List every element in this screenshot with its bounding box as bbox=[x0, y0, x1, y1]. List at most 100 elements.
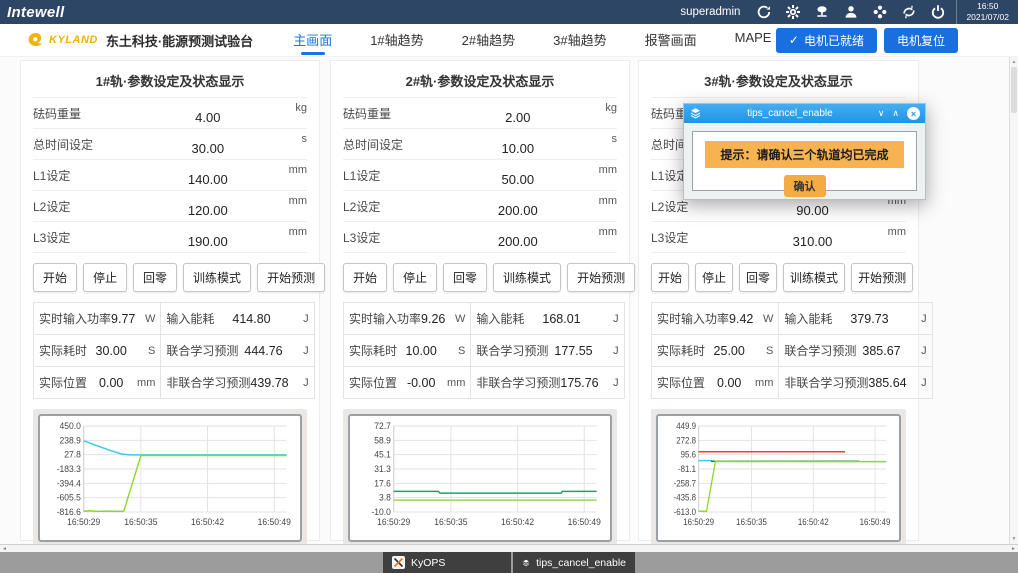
stop-button[interactable]: 停止 bbox=[83, 263, 127, 292]
param-value-field[interactable]: 50.00 bbox=[453, 172, 583, 187]
start-button[interactable]: 开始 bbox=[343, 263, 387, 292]
stop-button[interactable]: 停止 bbox=[695, 263, 733, 292]
close-icon[interactable]: × bbox=[907, 107, 920, 120]
param-label: L2设定 bbox=[343, 198, 453, 215]
train-mode-button[interactable]: 训练模式 bbox=[493, 263, 561, 292]
param-value-field[interactable]: 200.00 bbox=[453, 234, 583, 249]
start-button[interactable]: 开始 bbox=[651, 263, 689, 292]
intewell-logo: Intewell bbox=[7, 4, 64, 21]
start-predict-button[interactable]: 开始预测 bbox=[851, 263, 913, 292]
param-row: 总时间设定 10.00 s bbox=[343, 128, 617, 159]
status-unit: J bbox=[907, 377, 927, 389]
param-value-field[interactable]: 190.00 bbox=[143, 234, 273, 249]
chart-box: 449.9272.895.6-81.1-258.7-435.8-613.016:… bbox=[651, 409, 906, 547]
status-unit: J bbox=[289, 345, 309, 357]
status-table: 实时输入功率9.42W 输入能耗379.73J 实际耗时25.00S 联合学习预… bbox=[651, 302, 933, 399]
dialog-titlebar[interactable]: tips_cancel_enable ∨ ∧ × bbox=[684, 104, 925, 123]
power-icon[interactable] bbox=[930, 4, 946, 20]
status-value: 9.42 bbox=[729, 312, 753, 326]
check-icon: ✓ bbox=[789, 33, 799, 47]
svg-text:16:50:42: 16:50:42 bbox=[501, 517, 534, 527]
start-predict-button[interactable]: 开始预测 bbox=[257, 263, 325, 292]
param-label: L1设定 bbox=[343, 167, 453, 184]
tab-main-screen[interactable]: 主画面 bbox=[293, 25, 332, 55]
track-panel: 1#轨·参数设定及状态显示 砝码重量 4.00 kg 总时间设定 30.00 s… bbox=[20, 60, 320, 541]
user-icon[interactable] bbox=[843, 4, 859, 20]
status-unit: S bbox=[135, 345, 155, 357]
panel-title: 3#轨·参数设定及状态显示 bbox=[651, 61, 906, 97]
param-label: L1设定 bbox=[33, 167, 143, 184]
train-mode-button[interactable]: 训练模式 bbox=[783, 263, 845, 292]
tab-axis3-trend[interactable]: 3#轴趋势 bbox=[553, 25, 606, 55]
param-value-field[interactable]: 4.00 bbox=[143, 110, 273, 125]
param-row: 砝码重量 4.00 kg bbox=[33, 97, 307, 128]
status-value: 9.77 bbox=[111, 312, 135, 326]
panel-title: 2#轨·参数设定及状态显示 bbox=[343, 61, 617, 97]
start-predict-button[interactable]: 开始预测 bbox=[567, 263, 635, 292]
scrollbar-thumb[interactable] bbox=[1011, 67, 1017, 113]
minimize-icon[interactable]: ∨ bbox=[878, 109, 885, 118]
train-mode-button[interactable]: 训练模式 bbox=[183, 263, 251, 292]
table-row: 实际位置0.00mm 非联合学习预测439.78J bbox=[34, 367, 315, 399]
clock: 16:50 2021/07/02 bbox=[956, 0, 1018, 25]
layers-icon bbox=[522, 556, 530, 570]
control-buttons: 开始 停止 回零 训练模式 开始预测 bbox=[651, 263, 906, 292]
refresh-icon[interactable] bbox=[756, 4, 772, 20]
scroll-down-icon[interactable]: ▼ bbox=[1010, 536, 1018, 542]
tips-dialog: tips_cancel_enable ∨ ∧ × 提示：请确认三个轨道均已完成 … bbox=[683, 103, 926, 200]
param-value-field[interactable]: 90.00 bbox=[753, 203, 872, 218]
zero-return-button[interactable]: 回零 bbox=[133, 263, 177, 292]
svg-text:-81.1: -81.1 bbox=[678, 463, 696, 474]
svg-text:272.8: 272.8 bbox=[676, 435, 696, 446]
param-row: L2设定 200.00 mm bbox=[343, 190, 617, 221]
network-icon[interactable] bbox=[814, 4, 830, 20]
tab-alarm-screen[interactable]: 报警画面 bbox=[645, 25, 697, 55]
param-list: 砝码重量 4.00 kg 总时间设定 30.00 s L1设定 140.00 m… bbox=[33, 97, 307, 253]
tab-axis1-trend[interactable]: 1#轴趋势 bbox=[370, 25, 423, 55]
status-unit: J bbox=[599, 313, 619, 325]
taskbar-item-kyops[interactable]: KyOPS bbox=[383, 552, 511, 573]
apps-icon[interactable] bbox=[872, 4, 888, 20]
param-value-field[interactable]: 120.00 bbox=[143, 203, 273, 218]
param-value-field[interactable]: 310.00 bbox=[753, 234, 872, 249]
sync-icon[interactable] bbox=[901, 4, 917, 20]
status-value: 414.80 bbox=[214, 312, 288, 326]
status-table: 实时输入功率9.77W 输入能耗414.80J 实际耗时30.00S 联合学习预… bbox=[33, 302, 315, 399]
settings-gear-icon[interactable] bbox=[785, 4, 801, 20]
param-value-field[interactable]: 140.00 bbox=[143, 172, 273, 187]
status-unit: W bbox=[753, 313, 773, 325]
svg-text:72.7: 72.7 bbox=[374, 421, 391, 431]
confirm-button[interactable]: 确认 bbox=[784, 175, 826, 197]
trend-chart: 449.9272.895.6-81.1-258.7-435.8-613.016:… bbox=[660, 418, 897, 538]
start-button[interactable]: 开始 bbox=[33, 263, 77, 292]
param-unit: s bbox=[273, 133, 307, 145]
param-row: L1设定 140.00 mm bbox=[33, 159, 307, 190]
scroll-up-icon[interactable]: ▲ bbox=[1010, 59, 1018, 65]
zero-return-button[interactable]: 回零 bbox=[443, 263, 487, 292]
motor-reset-button[interactable]: 电机复位 bbox=[884, 28, 958, 53]
svg-text:-183.3: -183.3 bbox=[57, 464, 81, 474]
stop-button[interactable]: 停止 bbox=[393, 263, 437, 292]
tab-mape[interactable]: MAPE bbox=[735, 25, 772, 55]
vertical-scrollbar[interactable]: ▲ ▼ bbox=[1009, 57, 1018, 544]
horizontal-scrollbar[interactable]: ◄ ► bbox=[0, 544, 1018, 552]
param-value-field[interactable]: 10.00 bbox=[453, 141, 583, 156]
param-value-field[interactable]: 2.00 bbox=[453, 110, 583, 125]
status-unit: S bbox=[753, 345, 773, 357]
param-value-field[interactable]: 200.00 bbox=[453, 203, 583, 218]
kyland-brand: KYLAND bbox=[26, 31, 98, 49]
svg-text:31.3: 31.3 bbox=[374, 464, 391, 474]
app-navbar: KYLAND 东土科技·能源预测试验台 主画面 1#轴趋势 2#轴趋势 3#轴趋… bbox=[0, 24, 1018, 57]
tab-axis2-trend[interactable]: 2#轴趋势 bbox=[462, 25, 515, 55]
param-unit: mm bbox=[872, 226, 906, 238]
zero-return-button[interactable]: 回零 bbox=[739, 263, 777, 292]
motor-ready-button[interactable]: ✓ 电机已就绪 bbox=[776, 28, 877, 53]
param-value-field[interactable]: 30.00 bbox=[143, 141, 273, 156]
param-row: L1设定 50.00 mm bbox=[343, 159, 617, 190]
maximize-icon[interactable]: ∧ bbox=[892, 109, 899, 118]
kyland-logo-icon bbox=[26, 31, 46, 49]
table-row: 实际位置-0.00mm 非联合学习预测175.76J bbox=[344, 367, 625, 399]
taskbar-item-tips[interactable]: tips_cancel_enable bbox=[513, 552, 635, 573]
panel-title: 1#轨·参数设定及状态显示 bbox=[33, 61, 307, 97]
control-buttons: 开始 停止 回零 训练模式 开始预测 bbox=[33, 263, 307, 292]
